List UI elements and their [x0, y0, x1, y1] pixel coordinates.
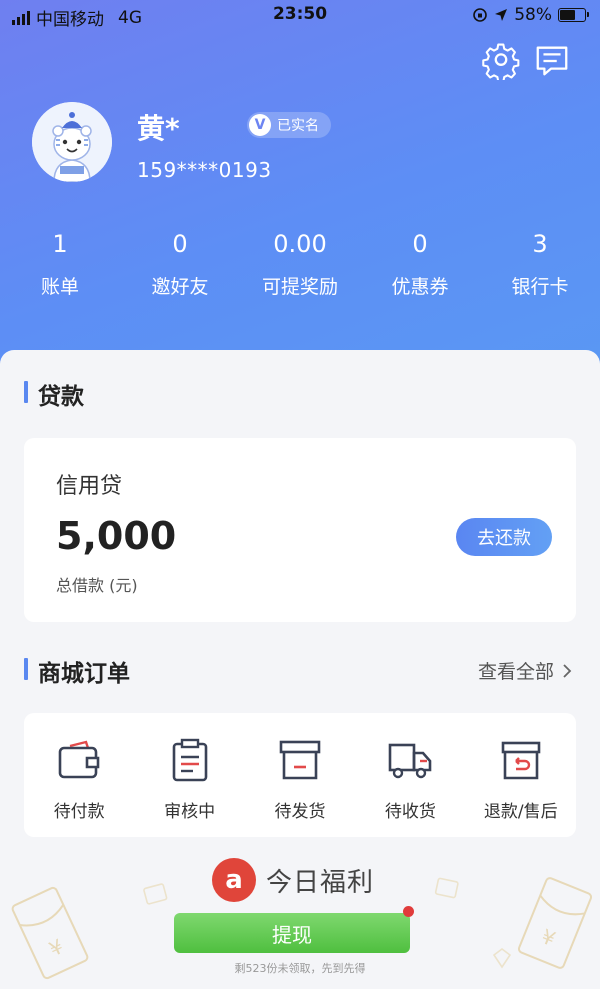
verified-icon: V: [249, 114, 271, 136]
return-box-icon: [501, 741, 541, 780]
truck-icon: [389, 743, 432, 779]
gift-icon: [143, 883, 168, 905]
orders-section-title: 商城订单: [24, 654, 130, 688]
svg-text:¥: ¥: [538, 924, 559, 951]
order-awaiting-shipment[interactable]: 待发货: [245, 713, 355, 837]
stat-coupons[interactable]: 0 优惠券: [360, 226, 480, 299]
stat-label: 银行卡: [511, 276, 569, 298]
battery-icon: [558, 8, 589, 22]
user-name: 黄*: [137, 112, 180, 145]
welfare-note: 剩523份未领取，先到先得: [234, 962, 366, 975]
wallet-icon: [58, 740, 100, 779]
stat-rewards[interactable]: 0.00 可提奖励: [240, 226, 360, 299]
clipboard-icon: [172, 738, 207, 782]
order-label: 待付款: [53, 802, 105, 822]
loan-amount-label: 总借款 (元): [56, 576, 138, 595]
stat-label: 优惠券: [391, 276, 449, 298]
box-icon: [279, 740, 321, 780]
stat-value: 0: [172, 230, 188, 258]
battery-percent: 58%: [514, 5, 552, 25]
loan-card[interactable]: 信用贷 5,000 总借款 (元) 去还款: [24, 438, 576, 622]
notification-dot: [403, 906, 414, 917]
loan-product-name: 信用贷: [56, 474, 123, 499]
view-all-link[interactable]: 查看全部: [478, 657, 572, 684]
order-under-review[interactable]: 审核中: [134, 713, 244, 837]
chevron-right-icon: [563, 663, 572, 678]
tiger-avatar-icon: [32, 102, 112, 182]
order-pending-payment[interactable]: 待付款: [24, 713, 134, 837]
withdraw-button[interactable]: 提现: [174, 913, 410, 953]
stat-value: 1: [52, 230, 68, 258]
stats-row: 1 账单 0 邀好友 0.00 可提奖励 0 优惠券 3 银行卡: [0, 226, 600, 299]
orders-card: 待付款 审核中 待发货 待收货 退款/售后: [24, 713, 576, 837]
status-bar: 中国移动 4G 23:50 58%: [0, 0, 600, 30]
stat-value: 0: [412, 230, 428, 258]
order-refund-aftersales[interactable]: 退款/售后: [466, 713, 576, 837]
stat-invite-friends[interactable]: 0 邀好友: [120, 226, 240, 299]
welfare-title: 今日福利: [266, 868, 375, 898]
repay-button[interactable]: 去还款: [456, 518, 552, 556]
order-label: 待发货: [274, 802, 326, 822]
view-all-label: 查看全部: [477, 661, 554, 683]
gear-icon[interactable]: [482, 42, 520, 80]
stat-value: 0.00: [273, 230, 327, 258]
stat-label: 邀好友: [151, 276, 209, 298]
verified-badge: V 已实名: [247, 112, 331, 138]
welfare-logo-icon: a: [212, 858, 256, 902]
loan-section-title: 贷款: [24, 377, 84, 411]
phone-number: 159****0193: [137, 158, 272, 182]
location-icon: [495, 9, 508, 21]
order-label: 待收货: [384, 802, 436, 822]
verified-label: 已实名: [277, 118, 319, 134]
stat-bank-cards[interactable]: 3 银行卡: [480, 226, 600, 299]
loan-amount: 5,000: [56, 514, 177, 558]
stat-value: 3: [532, 230, 548, 258]
order-label: 审核中: [164, 802, 216, 822]
order-awaiting-receipt[interactable]: 待收货: [355, 713, 465, 837]
message-icon[interactable]: [533, 42, 571, 80]
welfare-banner: ¥ ¥ a 今日福利 提现 剩523份未领取，先到先得: [0, 838, 600, 989]
rotation-lock-icon: [473, 8, 488, 22]
gift-icon: [434, 877, 459, 899]
stat-label: 账单: [40, 276, 79, 298]
svg-text:¥: ¥: [45, 934, 67, 961]
order-label: 退款/售后: [483, 802, 558, 822]
stat-label: 可提奖励: [261, 276, 338, 298]
stat-bills[interactable]: 1 账单: [0, 226, 120, 299]
avatar[interactable]: [32, 102, 112, 182]
